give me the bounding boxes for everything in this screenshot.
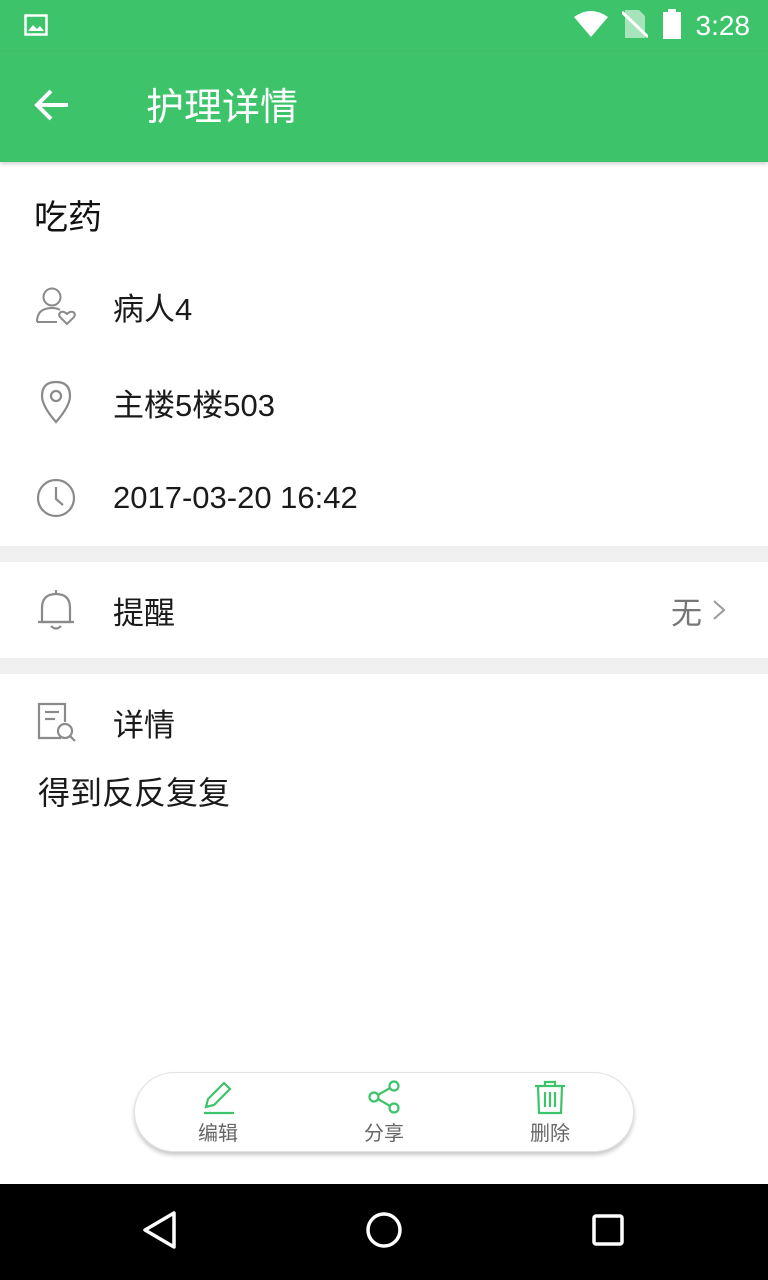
trash-icon [532, 1079, 568, 1115]
back-button[interactable] [24, 79, 80, 135]
status-bar: 3:28 [0, 0, 768, 52]
status-time: 3:28 [695, 10, 751, 41]
image-icon [24, 14, 48, 36]
system-nav-bar [0, 1184, 768, 1280]
section-divider [0, 546, 768, 562]
section-divider [0, 658, 768, 674]
action-bar: 编辑 分享 删除 [134, 1072, 634, 1152]
edit-label: 编辑 [198, 1120, 238, 1145]
nav-home-button[interactable] [360, 1208, 408, 1256]
app-toolbar: 护理详情 [0, 52, 768, 162]
patient-icon [34, 284, 78, 328]
reminder-value: 无 [671, 595, 702, 632]
wifi-icon [573, 11, 608, 41]
document-search-icon [34, 700, 78, 744]
details-label: 详情 [113, 707, 175, 743]
bell-icon [34, 588, 78, 632]
location-pin-icon [34, 380, 78, 424]
time-text: 2017-03-20 16:42 [113, 480, 358, 515]
nav-back-button[interactable] [136, 1208, 184, 1256]
patient-row: 病人4 [0, 266, 768, 346]
no-sim-icon [620, 9, 649, 43]
details-content: 得到反反复复 [38, 774, 231, 812]
nav-recents-button[interactable] [584, 1208, 632, 1256]
details-header-row: 详情 [0, 682, 768, 762]
time-row: 2017-03-20 16:42 [0, 458, 768, 538]
share-label: 分享 [364, 1120, 404, 1145]
share-button[interactable]: 分享 [301, 1073, 467, 1151]
patient-name: 病人4 [113, 291, 193, 327]
chevron-right-icon [710, 595, 728, 625]
arrow-back-icon [34, 89, 70, 125]
task-title: 吃药 [34, 198, 102, 238]
location-row: 主楼5楼503 [0, 362, 768, 442]
page-title: 护理详情 [146, 85, 299, 129]
edit-button[interactable]: 编辑 [135, 1073, 301, 1151]
home-circle-icon [364, 1210, 404, 1254]
recents-square-icon [588, 1210, 628, 1254]
delete-button[interactable]: 删除 [467, 1073, 633, 1151]
clock-icon [34, 476, 78, 520]
reminder-label: 提醒 [113, 595, 175, 631]
delete-label: 删除 [530, 1120, 570, 1145]
share-icon [366, 1079, 402, 1115]
back-triangle-icon [140, 1210, 180, 1254]
battery-icon [662, 9, 682, 43]
edit-icon [200, 1079, 236, 1115]
reminder-row[interactable]: 提醒 无 [0, 570, 768, 650]
location-text: 主楼5楼503 [113, 387, 275, 423]
